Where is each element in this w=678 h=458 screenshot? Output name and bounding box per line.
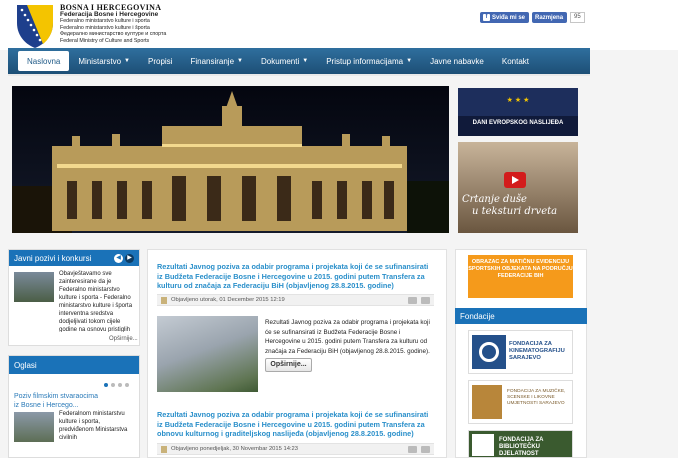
share-label: Razmjena — [535, 14, 564, 21]
email-icon[interactable] — [421, 446, 430, 453]
nav-label: Propisi — [148, 56, 173, 66]
panel-title: Javni pozivi i konkursi — [14, 253, 92, 263]
video-line: Crtanje duše — [462, 194, 527, 205]
carousel-dots — [104, 383, 129, 387]
nav-label: Javne nabavke — [430, 56, 484, 66]
panel-arrows: ◀ ▶ — [114, 253, 134, 263]
email-icon[interactable] — [421, 297, 430, 304]
fondacija-kinematografija-logo[interactable]: FONDACIJA ZA KINEMATOGRAFIJU SARAJEVO — [468, 330, 573, 374]
meta-actions — [408, 446, 430, 453]
panel-title: Fondacije — [460, 311, 495, 321]
javni-text: Obavještavamo sve zainteresirane da je F… — [59, 271, 133, 332]
building-photo — [12, 86, 449, 233]
thumbnail-image[interactable] — [14, 412, 54, 442]
coat-of-arms-icon — [17, 5, 53, 48]
article-meta: Objavljeno ponedjeljak, 30 Novembar 2015… — [157, 443, 434, 455]
ministry-title-block: BOSNA I HERCEGOVINA Federacija Bosne i H… — [60, 4, 210, 44]
facebook-like-button[interactable]: f Sviđa mi se — [480, 12, 530, 23]
meta-actions — [408, 297, 430, 304]
hero-slider-image[interactable] — [12, 86, 449, 233]
javni-pozivi-panel: Javni pozivi i konkursi ◀ ▶ Obavještavam… — [8, 249, 140, 346]
nav-label: Ministarstvo — [78, 56, 122, 66]
nav-pristup-informacijama[interactable]: Pristup informacijama ▼ — [317, 51, 421, 71]
facebook-share-button[interactable]: Razmjena — [532, 12, 568, 23]
dot-icon[interactable] — [111, 383, 115, 387]
thumbnail-image[interactable] — [14, 272, 54, 302]
share-count: 95 — [570, 12, 585, 23]
article-image[interactable] — [157, 316, 258, 392]
ministry-line: Federal Ministry of Culture and Sports — [60, 37, 150, 44]
days-heritage-banner[interactable]: ★ ★ ★ DANI EVROPSKOG NASLIJEĐA — [458, 88, 578, 136]
nav-propisi[interactable]: Propisi — [139, 51, 181, 71]
nav-label: Pristup informacijama — [326, 56, 404, 66]
article-title[interactable]: Rezultati Javnog poziva za odabir progra… — [157, 262, 432, 291]
video-line: u teksturi drveta — [472, 206, 558, 217]
main-nav: Naslovna Ministarstvo ▼ Propisi Finansira… — [8, 48, 590, 76]
caret-down-icon: ▼ — [406, 58, 413, 64]
nav-label: Naslovna — [27, 56, 61, 66]
meta-date: Objavljeno utorak, 01 December 2015 12:1… — [171, 297, 285, 303]
article-body: Rezultati Javnog poziva za odabir progra… — [265, 319, 430, 355]
nav-ministarstvo[interactable]: Ministarstvo ▼ — [69, 51, 139, 71]
prev-arrow-icon[interactable]: ◀ — [114, 253, 123, 263]
document-icon — [161, 296, 167, 304]
banner-days-label: DANI EVROPSKOG NASLIJEĐA — [472, 120, 564, 126]
obrazac-banner[interactable]: OBRAZAC ZA MATIČNU EVIDENCIJU SPORTSKIH … — [468, 255, 573, 298]
obrazac-label: OBRAZAC ZA MATIČNU EVIDENCIJU SPORTSKIH … — [468, 259, 573, 279]
caret-down-icon: ▼ — [124, 58, 130, 64]
panel-header: Oglasi — [9, 356, 139, 374]
article-meta: Objavljeno utorak, 01 December 2015 12:1… — [157, 294, 434, 306]
nav-label: Finansiranje — [190, 56, 235, 66]
nav-finansiranje[interactable]: Finansiranje ▼ — [181, 51, 252, 71]
fond-label: FONDACIJA ZA BIBLIOTEČKU DJELATNOST — [499, 437, 544, 457]
nav-label: Dokumenti — [260, 56, 300, 66]
play-button-icon[interactable] — [504, 172, 526, 188]
more-link[interactable]: Opširnije... — [109, 335, 138, 343]
meta-date: Objavljeno ponedjeljak, 30 Novembar 2015… — [171, 446, 298, 452]
next-arrow-icon[interactable]: ▶ — [125, 253, 134, 263]
fond-label: FONDACIJA ZA MUZIČKE, SCENSKE I LIKOVNE … — [507, 389, 566, 406]
video-title: Crtanje duše u teksturi drveta — [462, 194, 557, 218]
panel-title: Oglasi — [14, 360, 37, 370]
oglasi-text: Federalnom ministarstvu kulture i sporta… — [59, 411, 128, 441]
dot-icon[interactable] — [125, 383, 129, 387]
dot-icon[interactable] — [118, 383, 122, 387]
fondacija-biblioteke-logo[interactable]: FONDACIJA ZA BIBLIOTEČKU DJELATNOST — [468, 430, 573, 458]
read-more-button[interactable]: Opširnije... — [265, 358, 312, 372]
banner-stars-icon: ★ ★ ★ — [458, 88, 578, 116]
oglasi-link[interactable]: Poziv filmskim stvaraocima iz Bosne i He… — [14, 392, 104, 410]
art-icon — [472, 385, 502, 419]
video-banner[interactable]: Crtanje duše u teksturi drveta — [458, 142, 578, 233]
nav-javne-nabavke[interactable]: Javne nabavke — [421, 51, 493, 71]
panel-header: Javni pozivi i konkursi ◀ ▶ — [9, 250, 139, 266]
site-header: BOSNA I HERCEGOVINA Federacija Bosne i H… — [0, 0, 678, 50]
caret-down-icon: ▼ — [237, 58, 243, 64]
like-label: Sviđa mi se — [492, 14, 526, 21]
facebook-icon: f — [483, 14, 490, 21]
print-icon[interactable] — [408, 297, 417, 304]
nav-label: Kontakt — [501, 56, 530, 66]
print-icon[interactable] — [408, 446, 417, 453]
nav-naslovna[interactable]: Naslovna — [18, 51, 70, 71]
caret-down-icon: ▼ — [302, 58, 309, 64]
nav-kontakt[interactable]: Kontakt — [493, 51, 538, 71]
fondacija-muzicke-logo[interactable]: FONDACIJA ZA MUZIČKE, SCENSKE I LIKOVNE … — [468, 380, 573, 424]
nav-dokumenti[interactable]: Dokumenti ▼ — [252, 51, 317, 71]
document-icon — [161, 445, 167, 453]
dot-icon[interactable] — [104, 383, 108, 387]
book-icon — [472, 434, 494, 456]
article-title[interactable]: Rezultati Javnog poziva za odabir progra… — [157, 410, 432, 439]
fondacije-header: Fondacije — [455, 308, 587, 324]
film-reel-icon — [472, 335, 506, 369]
oglasi-panel: Oglasi Poziv filmskim stvaraocima iz Bos… — [8, 355, 140, 458]
fond-label: FONDACIJA ZA KINEMATOGRAFIJU SARAJEVO — [509, 341, 565, 361]
social-buttons: f Sviđa mi se Razmjena 95 — [480, 12, 585, 24]
